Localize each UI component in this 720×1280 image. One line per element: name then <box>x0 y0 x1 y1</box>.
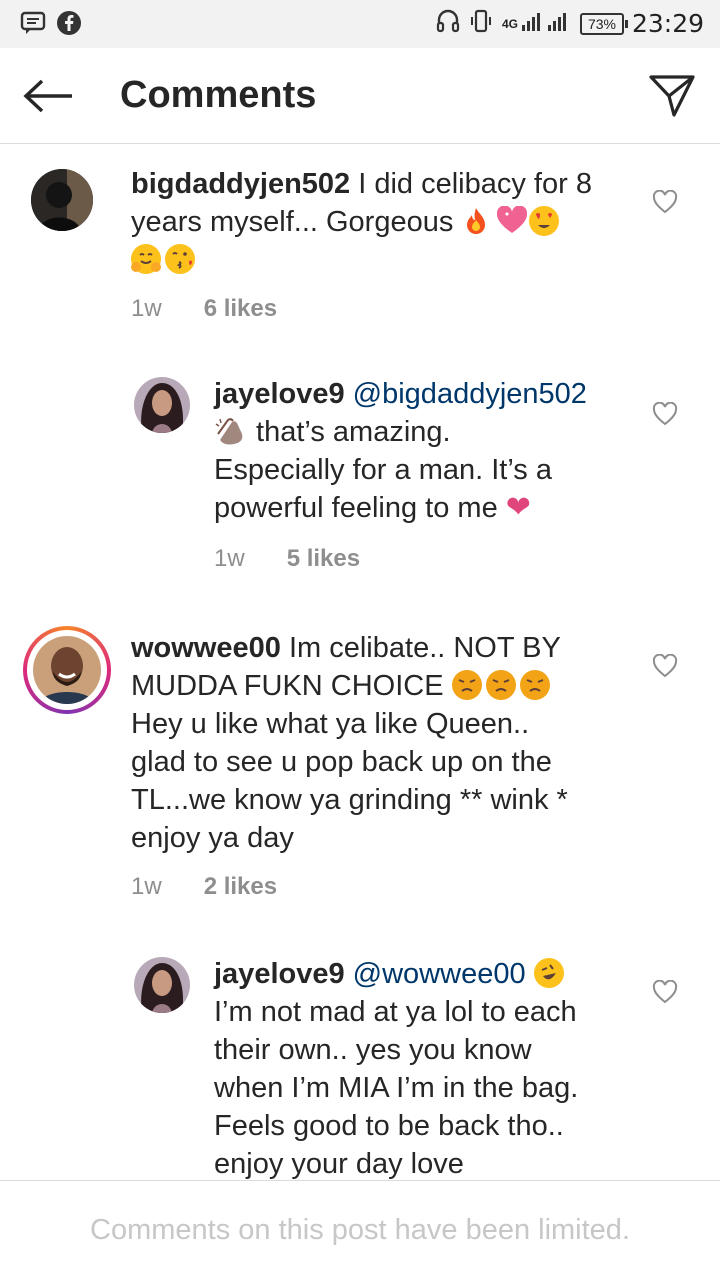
heart-outline-icon <box>652 190 678 214</box>
mention-link[interactable]: @bigdaddyjen502 <box>353 378 587 410</box>
vibrate-icon <box>468 8 494 39</box>
comment-body-line: years myself... Gorgeous <box>131 206 462 238</box>
comment-body-line: glad to see u pop back up on the <box>131 746 552 778</box>
comments-limited-footer: Comments on this post have been limited. <box>0 1180 720 1280</box>
comment-time: 1w <box>214 545 245 572</box>
reply-item: jayelove9 @bigdaddyjen502 that’s amazing… <box>0 365 720 585</box>
comment-username[interactable]: bigdaddyjen502 <box>131 168 350 200</box>
heart-eyes-emoji-icon <box>529 206 560 236</box>
comment-body-line: TL...we know ya grinding ** wink * <box>131 784 568 816</box>
comment-body-line: Hey u like what ya like Queen.. <box>131 708 530 740</box>
comment-body-line: I’m not mad at ya lol to each <box>214 996 577 1028</box>
comment-item: wowwee00 Im celibate.. NOT BY MUDDA FUKN… <box>0 615 720 915</box>
kissing-face-emoji-icon <box>165 244 195 274</box>
comments-limited-notice: Comments on this post have been limited. <box>90 1214 630 1246</box>
heart-outline-icon <box>652 402 678 426</box>
comment-body-line: Im celibate.. NOT BY <box>280 632 561 664</box>
heart-outline-icon <box>652 654 678 678</box>
comment-text: bigdaddyjen502 I did celibacy for 8 year… <box>131 165 651 279</box>
angry-face-emoji-icon <box>485 670 516 700</box>
comment-time: 1w <box>131 295 162 322</box>
facebook-notification-icon <box>56 10 82 41</box>
network-type-label: 4G <box>501 16 518 31</box>
comment-body-line: powerful feeling to me <box>214 492 506 524</box>
comment-body-line: MUDDA FUKN CHOICE <box>131 670 452 702</box>
comments-header: Comments <box>0 48 720 144</box>
comment-username[interactable]: jayelove9 <box>214 958 345 990</box>
angry-face-emoji-icon <box>451 670 482 700</box>
like-button[interactable] <box>650 651 680 681</box>
battery-icon: 73% <box>579 12 628 35</box>
signal-icon <box>520 9 572 38</box>
comment-likes[interactable]: 5 likes <box>287 545 360 573</box>
comment-body-line: enjoy ya day <box>131 822 294 854</box>
clapping-hands-emoji-icon <box>214 416 244 446</box>
direct-send-icon <box>649 75 695 117</box>
avatar[interactable] <box>31 169 93 231</box>
comment-username[interactable]: jayelove9 <box>214 378 345 410</box>
battery-level: 73% <box>587 15 616 32</box>
fire-emoji-icon <box>461 206 491 236</box>
hugging-face-emoji-icon <box>131 244 161 274</box>
back-arrow-icon <box>23 79 72 113</box>
comment-body-line: Especially for a man. It’s a <box>214 454 552 486</box>
comment-text: jayelove9 @bigdaddyjen502 that’s amazing… <box>214 375 654 527</box>
avatar[interactable] <box>134 957 190 1013</box>
like-button[interactable] <box>650 977 680 1007</box>
comment-likes[interactable]: 6 likes <box>204 295 277 323</box>
headset-icon <box>436 8 460 39</box>
reply-item: jayelove9 @wowwee00 I’m not mad at ya lo… <box>0 945 720 1180</box>
back-button[interactable] <box>20 70 76 122</box>
like-button[interactable] <box>650 187 680 217</box>
share-button[interactable] <box>644 68 700 124</box>
message-notification-icon <box>20 11 46 40</box>
avatar[interactable] <box>134 377 190 433</box>
status-bar: 4G 73% 23:29 <box>0 0 720 48</box>
comment-meta: 1w 6 likes <box>131 295 277 323</box>
comment-body-line: I did celibacy for 8 <box>350 168 592 200</box>
comments-list: bigdaddyjen502 I did celibacy for 8 year… <box>0 145 720 1180</box>
comment-item: bigdaddyjen502 I did celibacy for 8 year… <box>0 145 720 345</box>
heart-emoji-icon: ❤ <box>505 491 531 524</box>
status-time: 23:29 <box>631 9 704 38</box>
avatar[interactable] <box>33 636 101 704</box>
page-title: Comments <box>120 74 317 116</box>
comment-body-line: that’s amazing. <box>248 416 451 448</box>
sparkling-heart-emoji-icon <box>495 205 528 236</box>
comment-username[interactable]: wowwee00 <box>131 632 281 664</box>
comment-meta: 1w 2 likes <box>131 873 277 901</box>
comment-body-line: enjoy your day love <box>214 1148 464 1180</box>
like-button[interactable] <box>650 399 680 429</box>
comment-text: jayelove9 @wowwee00 I’m not mad at ya lo… <box>214 955 654 1180</box>
comment-likes[interactable]: 2 likes <box>204 873 277 901</box>
comment-text: wowwee00 Im celibate.. NOT BY MUDDA FUKN… <box>131 629 651 857</box>
comment-meta: 1w 5 likes <box>214 545 360 573</box>
angry-face-emoji-icon <box>519 670 550 700</box>
mention-link[interactable]: @wowwee00 <box>353 958 526 990</box>
rolling-laughing-emoji-icon <box>533 958 564 988</box>
heart-outline-icon <box>652 980 678 1004</box>
comment-body-line: when I’m MIA I’m in the bag. <box>214 1072 579 1104</box>
comment-time: 1w <box>131 873 162 900</box>
comment-body-line: their own.. yes you know <box>214 1034 532 1066</box>
comment-body-line: Feels good to be back tho.. <box>214 1110 564 1142</box>
